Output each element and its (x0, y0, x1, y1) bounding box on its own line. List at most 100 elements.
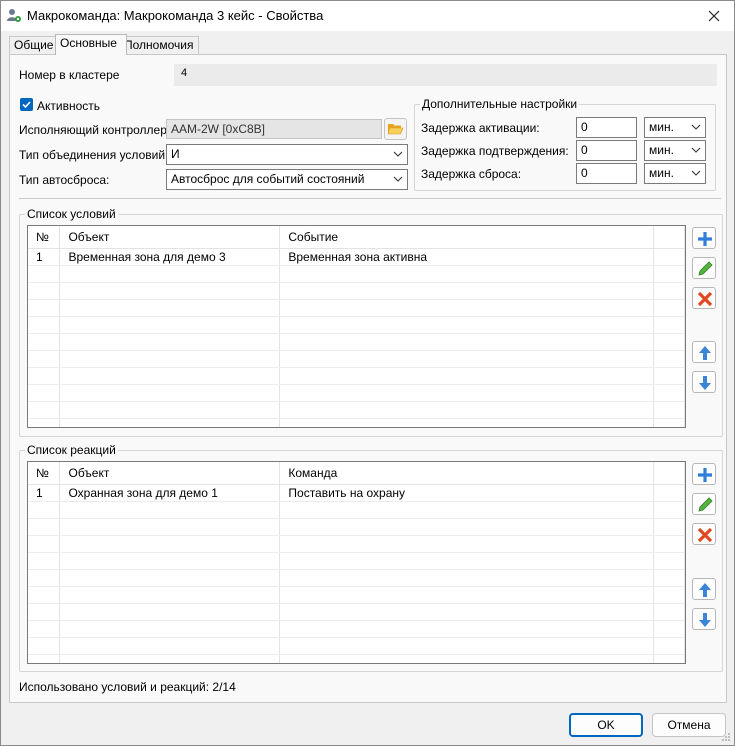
edit-reaction-button[interactable] (692, 493, 716, 515)
cluster-number-value: 4 (181, 67, 188, 79)
activation-delay-input[interactable]: 0 (576, 117, 637, 138)
title-bar: Макрокоманда: Макрокоманда 3 кейс - Свой… (1, 1, 734, 31)
empty-row (28, 552, 685, 570)
confirmation-delay-input[interactable]: 0 (576, 140, 637, 161)
reset-delay-unit-combobox[interactable]: мин. (644, 163, 706, 184)
checkmark-icon (22, 101, 31, 109)
column-header-event[interactable]: Событие (279, 226, 654, 249)
confirmation-delay-unit-combobox[interactable]: мин. (644, 140, 706, 161)
tab-main[interactable]: Основные (55, 34, 127, 55)
empty-row (28, 401, 685, 419)
reset-delay-label: Задержка сброса: (421, 167, 522, 181)
move-reaction-up-button[interactable] (692, 578, 716, 600)
cancel-button[interactable]: Отмена (652, 713, 726, 737)
empty-row (28, 586, 685, 604)
reactions-table[interactable]: № Объект Команда 1 Охранная зона для дем… (27, 461, 686, 664)
empty-row (28, 282, 685, 300)
chevron-down-icon (691, 147, 701, 153)
tab-general[interactable]: Общие (9, 36, 58, 54)
conditions-header-row: № Объект Событие (28, 226, 685, 249)
macro-command-icon (7, 9, 21, 22)
ok-button[interactable]: OK (569, 713, 643, 737)
tab-panel-main: Номер в кластере 4 Активность Исполняющи… (9, 54, 727, 703)
row-command: Поставить на охрану (279, 484, 655, 502)
empty-row (28, 316, 685, 334)
empty-row (28, 265, 685, 283)
empty-row (28, 620, 685, 638)
column-header-filler (653, 462, 685, 485)
arrow-down-icon (699, 376, 711, 390)
move-condition-down-button[interactable] (692, 371, 716, 393)
resize-grip-icon[interactable] (721, 732, 731, 742)
empty-row (28, 367, 685, 385)
add-reaction-button[interactable] (692, 463, 716, 485)
delete-x-icon (697, 291, 713, 307)
activity-label: Активность (37, 99, 101, 113)
activity-checkbox[interactable] (20, 98, 33, 111)
conditions-title: Список условий (25, 207, 118, 221)
column-header-filler (653, 226, 685, 249)
pencil-icon (698, 261, 713, 276)
row-object: Временная зона для демо 3 (59, 248, 281, 266)
column-header-object[interactable]: Объект (59, 462, 281, 485)
empty-row (28, 350, 685, 368)
empty-row (28, 535, 685, 553)
add-condition-button[interactable] (692, 227, 716, 249)
empty-row (28, 569, 685, 587)
column-header-num[interactable]: № (28, 462, 61, 485)
condition-type-label: Тип объединения условий: (19, 148, 169, 162)
autoreset-combobox[interactable]: Автосброс для событий состояний (166, 169, 408, 190)
browse-controller-button[interactable] (384, 118, 407, 140)
extra-settings-title: Дополнительные настройки (420, 97, 580, 111)
cluster-number-field: 4 (174, 64, 717, 86)
close-icon (708, 10, 720, 22)
column-header-num[interactable]: № (28, 226, 61, 249)
autoreset-value: Автосброс для событий состояний (171, 172, 365, 186)
cluster-number-label: Номер в кластере (19, 68, 120, 82)
chevron-down-icon (393, 151, 403, 157)
arrow-up-icon (699, 583, 711, 597)
tab-permissions[interactable]: Полномочия (119, 36, 199, 54)
plus-icon (698, 232, 712, 246)
row-num: 1 (28, 484, 61, 502)
arrow-down-icon (699, 613, 711, 627)
delete-reaction-button[interactable] (692, 523, 716, 545)
edit-condition-button[interactable] (692, 257, 716, 279)
reactions-title: Список реакций (25, 443, 118, 457)
confirmation-delay-label: Задержка подтверждения: (421, 144, 569, 158)
reset-delay-input[interactable]: 0 (576, 163, 637, 184)
chevron-down-icon (393, 176, 403, 182)
close-button[interactable] (694, 1, 734, 31)
activation-delay-unit-combobox[interactable]: мин. (644, 117, 706, 138)
row-object: Охранная зона для демо 1 (59, 484, 281, 502)
row-filler (653, 248, 685, 266)
table-row[interactable]: 1 Охранная зона для демо 1 Поставить на … (28, 484, 685, 502)
row-num: 1 (28, 248, 61, 266)
delete-x-icon (697, 527, 713, 543)
column-header-command[interactable]: Команда (279, 462, 655, 485)
conditions-table[interactable]: № Объект Событие 1 Временная зона для де… (27, 225, 686, 428)
column-header-object[interactable]: Объект (59, 226, 281, 249)
folder-open-icon (387, 124, 404, 135)
chevron-down-icon (691, 124, 701, 130)
autoreset-label: Тип автосброса: (19, 173, 110, 187)
controller-label: Исполняющий контроллер: (19, 123, 171, 137)
pencil-icon (698, 497, 713, 512)
empty-row (28, 418, 685, 427)
properties-dialog: Макрокоманда: Макрокоманда 3 кейс - Свой… (0, 0, 735, 746)
arrow-up-icon (699, 346, 711, 360)
empty-row (28, 384, 685, 402)
separator-line (19, 198, 721, 199)
controller-field: AAM-2W [0xC8B] (166, 119, 382, 139)
row-filler (653, 484, 685, 502)
empty-row (28, 501, 685, 519)
window-title: Макрокоманда: Макрокоманда 3 кейс - Свой… (27, 8, 324, 23)
empty-row (28, 603, 685, 621)
plus-icon (698, 468, 712, 482)
condition-type-combobox[interactable]: И (166, 144, 408, 165)
table-row[interactable]: 1 Временная зона для демо 3 Временная зо… (28, 248, 685, 266)
move-condition-up-button[interactable] (692, 341, 716, 363)
empty-row (28, 518, 685, 536)
move-reaction-down-button[interactable] (692, 608, 716, 630)
delete-condition-button[interactable] (692, 287, 716, 309)
